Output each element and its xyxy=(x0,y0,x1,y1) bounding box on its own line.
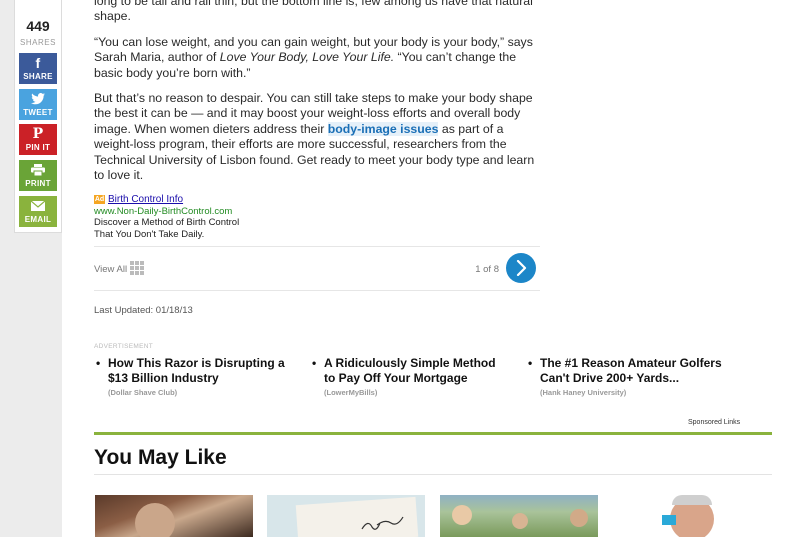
promo-source: (Hank Haney University) xyxy=(540,388,627,397)
recommendation-thumbnail[interactable] xyxy=(440,495,598,537)
ad-title-link[interactable]: Birth Control Info xyxy=(108,194,183,205)
chevron-right-icon xyxy=(516,260,527,276)
last-updated: Last Updated: 01/18/13 xyxy=(94,305,193,316)
book-title: Love Your Body, Love Your Life. xyxy=(219,50,395,65)
ad-description-line-2: That You Don't Take Daily. xyxy=(94,228,205,240)
promo-item[interactable]: • The #1 Reason Amateur Golfers Can't Dri… xyxy=(526,356,726,397)
slideshow-pager: View All 1 of 8 xyxy=(94,246,540,291)
ad-description-line-1: Discover a Method of Birth Control xyxy=(94,217,240,228)
article-paragraph-2: “You can lose weight, and you can gain w… xyxy=(94,35,544,81)
promo-item[interactable]: • How This Razor is Disrupting a $13 Bill… xyxy=(94,356,294,397)
article-paragraph-1: long to be tall and rail thin, but the b… xyxy=(94,0,533,24)
tweet-label: TWEET xyxy=(23,108,53,117)
share-panel: 449 SHARES f SHARE TWEET P PIN IT PRINT … xyxy=(14,0,62,233)
article-paragraph-3: But that’s no reason to despair. You can… xyxy=(94,91,544,183)
promo-source: (LowerMyBills) xyxy=(324,388,378,397)
script-writing xyxy=(361,516,404,530)
promo-item[interactable]: • A Ridiculously Simple Method to Pay Off… xyxy=(310,356,510,397)
email-button[interactable]: EMAIL xyxy=(19,196,57,227)
promo-title[interactable]: A Ridiculously Simple Method to Pay Off … xyxy=(324,356,496,385)
grid-icon[interactable] xyxy=(130,261,145,276)
text-ad: Ad Birth Control Info www.Non-Daily-Birth… xyxy=(94,194,344,240)
advertisement-label: ADVERTISEMENT xyxy=(94,343,154,350)
twitter-icon xyxy=(19,89,57,107)
promo-source: (Dollar Shave Club) xyxy=(108,388,178,397)
promo-title[interactable]: How This Razor is Disrupting a $13 Billi… xyxy=(108,356,285,385)
hair xyxy=(672,495,712,505)
body-image-issues-link[interactable]: body-image issues xyxy=(327,121,439,136)
share-count: 449 xyxy=(26,18,50,34)
person-silhouette xyxy=(452,505,472,525)
ad-badge: Ad xyxy=(94,194,105,204)
print-button[interactable]: PRINT xyxy=(19,160,57,191)
share-count-label: SHARES xyxy=(20,38,56,47)
email-label: EMAIL xyxy=(24,215,52,224)
pinterest-icon: P xyxy=(32,126,44,142)
pin-it-label: PIN IT xyxy=(25,143,51,152)
view-all-link[interactable]: View All xyxy=(94,264,127,275)
bullet-icon: • xyxy=(96,356,101,370)
facebook-icon: f xyxy=(35,55,41,71)
recommendation-thumbnail[interactable] xyxy=(95,495,253,537)
ad-url[interactable]: www.Non-Daily-BirthControl.com xyxy=(94,206,344,218)
facebook-share-button[interactable]: f SHARE xyxy=(19,53,57,84)
email-icon xyxy=(19,196,57,214)
pin-it-button[interactable]: P PIN IT xyxy=(19,124,57,155)
you-may-like-heading: You May Like xyxy=(94,446,227,469)
bullet-icon: • xyxy=(312,356,317,370)
section-divider xyxy=(94,432,772,435)
next-slide-button[interactable] xyxy=(506,253,536,283)
bullet-icon: • xyxy=(528,356,533,370)
person-silhouette xyxy=(135,503,175,537)
person-silhouette xyxy=(570,509,588,527)
promo-title[interactable]: The #1 Reason Amateur Golfers Can't Driv… xyxy=(540,356,722,385)
heading-divider xyxy=(94,474,772,475)
print-label: PRINT xyxy=(25,179,51,188)
person-silhouette xyxy=(512,513,528,529)
page-count: 1 of 8 xyxy=(475,264,499,275)
sponsored-links-label[interactable]: Sponsored Links xyxy=(688,419,740,426)
tweet-button[interactable]: TWEET xyxy=(19,89,57,120)
facebook-share-label: SHARE xyxy=(23,72,53,81)
goggles-strap xyxy=(662,515,676,525)
recommendation-thumbnail[interactable] xyxy=(267,495,425,537)
print-icon xyxy=(19,160,57,178)
recommendation-thumbnail[interactable] xyxy=(612,495,770,537)
